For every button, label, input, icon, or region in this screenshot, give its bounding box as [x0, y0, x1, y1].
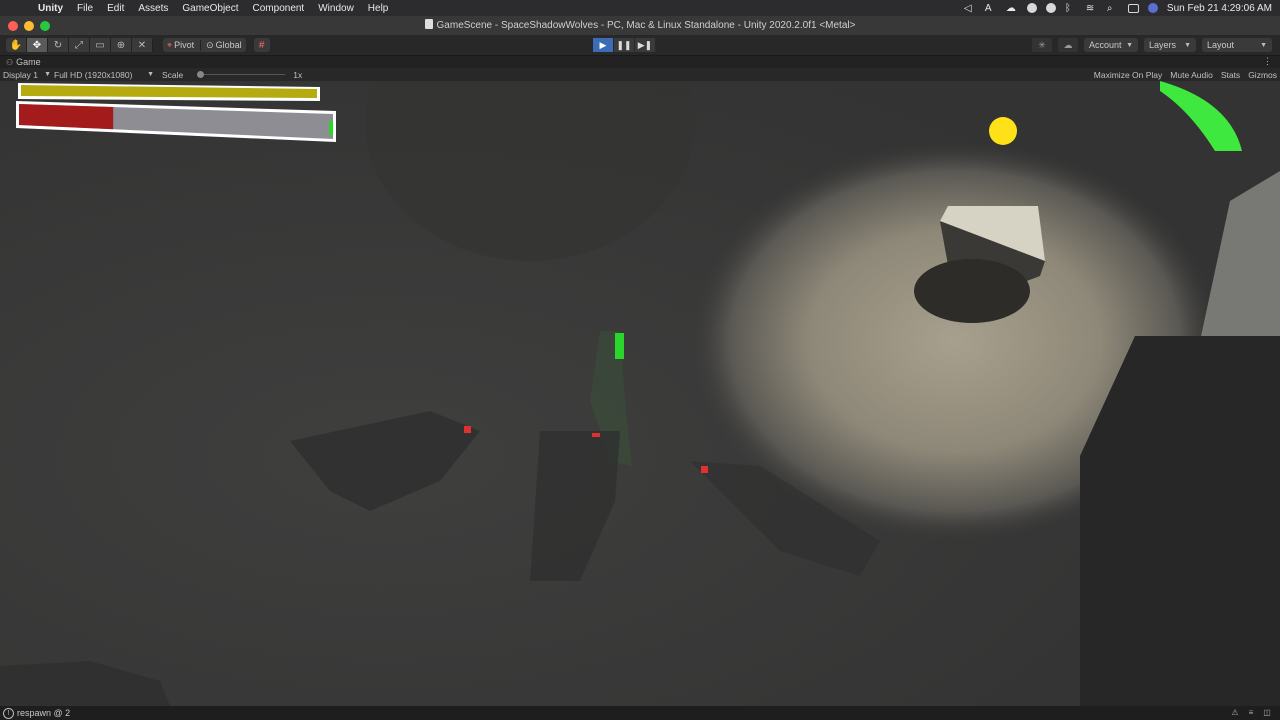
- hud-bars: [16, 83, 336, 142]
- menu-clock[interactable]: Sun Feb 21 4:29:06 AM: [1167, 3, 1272, 14]
- cloud-services-icon[interactable]: ☁: [1058, 38, 1078, 52]
- grid-snapping-icon[interactable]: #: [253, 38, 270, 52]
- progress-icon[interactable]: ⚠: [1230, 708, 1240, 718]
- tab-game[interactable]: ⚇ Game: [6, 57, 41, 67]
- step-icon[interactable]: ▶❚: [635, 38, 655, 52]
- game-view-options: Display 1 ▼ Full HD (1920x1080) ▼ Scale 1x…: [0, 68, 1280, 81]
- menu-gameobject[interactable]: GameObject: [182, 3, 238, 14]
- game-view-toggles: Maximize On Play Mute Audio Stats Gizmos: [1094, 68, 1277, 81]
- scale-tool-icon[interactable]: ⤢: [69, 38, 90, 52]
- panel-menu-icon[interactable]: ⋮: [1263, 56, 1272, 67]
- display-dropdown[interactable]: Display 1 ▼: [3, 70, 51, 80]
- console-message: respawn @ 2: [17, 708, 71, 718]
- window-title-bar: GameScene - SpaceShadowWolves - PC, Mac …: [0, 16, 1280, 35]
- search-icon[interactable]: ⌕: [1107, 3, 1119, 14]
- wifi-icon[interactable]: ≋: [1086, 3, 1098, 14]
- move-tool-icon[interactable]: ✥: [27, 38, 48, 52]
- player-marker: [615, 333, 624, 359]
- game-viewport[interactable]: [0, 81, 1280, 706]
- display-label: Display 1: [3, 69, 38, 80]
- custom-tool-icon[interactable]: ✕: [132, 38, 153, 52]
- menu-component[interactable]: Component: [253, 3, 305, 14]
- resolution-label: Full HD (1920x1080): [54, 69, 133, 80]
- layout-dropdown[interactable]: Layout ▼: [1202, 38, 1272, 52]
- maximize-on-play-toggle[interactable]: Maximize On Play: [1094, 70, 1163, 80]
- health-bar-tip: [329, 121, 333, 135]
- gizmos-dropdown[interactable]: Gizmos: [1248, 70, 1277, 80]
- playmode-controls: ▶ ❚❚ ▶❚: [593, 38, 655, 52]
- menu-assets[interactable]: Assets: [138, 3, 168, 14]
- chevron-down-icon: ▼: [1126, 41, 1133, 49]
- cloud-icon[interactable]: ☁: [1006, 3, 1018, 14]
- info-icon: !: [3, 707, 14, 719]
- rect-tool-icon[interactable]: ▭: [90, 38, 111, 52]
- account-dropdown[interactable]: Account ▼: [1084, 38, 1138, 52]
- bluetooth-icon[interactable]: ᛒ: [1065, 3, 1077, 14]
- chevron-down-icon: ▼: [1260, 41, 1267, 49]
- transform-tools: ✋ ✥ ↻ ⤢ ▭ ⊕ ✕: [6, 38, 153, 52]
- tab-game-label: Game: [16, 57, 41, 67]
- hand-tool-icon[interactable]: ✋: [6, 38, 27, 52]
- window-title-text: GameScene - SpaceShadowWolves - PC, Mac …: [436, 20, 856, 31]
- status-right-icons: ⚠ ≡ ◫: [1230, 708, 1272, 718]
- pivot-icon: ⌖: [167, 39, 173, 50]
- game-scene: [0, 81, 1280, 706]
- global-icon: ⊙: [206, 39, 214, 50]
- chevron-down-icon: ▼: [1184, 41, 1191, 49]
- layers-dropdown[interactable]: Layers ▼: [1144, 38, 1196, 52]
- control-center-icon[interactable]: [1127, 3, 1139, 13]
- scale-slider[interactable]: [197, 68, 286, 81]
- menu-help[interactable]: Help: [368, 3, 389, 14]
- scale-label: Scale: [162, 69, 184, 80]
- cache-icon[interactable]: ◫: [1262, 708, 1272, 718]
- chevron-down-icon: ▼: [44, 71, 51, 78]
- global-label: Global: [215, 39, 242, 50]
- play-icon[interactable]: ▶: [593, 38, 613, 52]
- layout-label: Layout: [1207, 40, 1235, 50]
- window-title: GameScene - SpaceShadowWolves - PC, Mac …: [0, 19, 1280, 31]
- menu-window[interactable]: Window: [318, 3, 354, 14]
- pedestal-base-shadow: [914, 259, 1030, 323]
- transform-tool-icon[interactable]: ⊕: [111, 38, 132, 52]
- game-tab-bar: ⚇ Game ⋮: [0, 56, 1280, 68]
- console-status-bar[interactable]: ! respawn @ 2 ⚠ ≡ ◫: [0, 706, 1280, 720]
- menu-app-name[interactable]: Unity: [38, 3, 63, 14]
- scale-slider-knob[interactable]: [197, 71, 205, 78]
- toolbar-right: ✳ ☁ Account ▼ Layers ▼ Layout ▼: [1032, 38, 1272, 52]
- gamepad-icon: ⚇: [6, 57, 14, 67]
- health-bar-fill: [19, 104, 114, 130]
- wolf-eye-left: [464, 426, 471, 433]
- unity-collab-icon[interactable]: ◁: [964, 3, 976, 14]
- font-icon[interactable]: A: [985, 3, 997, 14]
- layers-status-icon[interactable]: ≡: [1246, 708, 1256, 718]
- wolf-eye-center: [592, 433, 600, 437]
- menu-file[interactable]: File: [77, 3, 93, 14]
- editor-toolbar: ✋ ✥ ↻ ⤢ ▭ ⊕ ✕ ⌖ Pivot ⊙ Global # ▶ ❚❚ ▶❚ …: [0, 35, 1280, 55]
- unity-document-icon: [424, 19, 433, 29]
- collab-icon[interactable]: ✳: [1032, 38, 1052, 52]
- layers-label: Layers: [1149, 40, 1177, 50]
- mute-audio-toggle[interactable]: Mute Audio: [1170, 70, 1213, 80]
- record-icon[interactable]: [1045, 3, 1056, 13]
- chevron-down-icon: ▼: [147, 71, 154, 78]
- scale-slider-track: [197, 74, 286, 75]
- user-avatar-icon[interactable]: [1147, 3, 1158, 13]
- shield-check-icon[interactable]: [1026, 3, 1037, 13]
- pause-icon[interactable]: ❚❚: [614, 38, 634, 52]
- account-label: Account: [1089, 40, 1122, 50]
- pivot-label: Pivot: [174, 40, 195, 50]
- rotate-tool-icon[interactable]: ↻: [48, 38, 69, 52]
- global-toggle[interactable]: ⊙ Global: [200, 39, 242, 51]
- scale-value: 1x: [293, 69, 303, 80]
- dark-crate: [1080, 336, 1280, 706]
- stats-toggle[interactable]: Stats: [1221, 70, 1240, 80]
- menu-edit[interactable]: Edit: [107, 3, 124, 14]
- mac-menu-bar: Unity File Edit Assets GameObject Compon…: [0, 0, 1280, 16]
- yellow-orb: [989, 117, 1017, 145]
- status-menu-area: ◁ A ☁ ᛒ ≋ ⌕ Sun Feb 21 4:29:06 AM: [964, 0, 1272, 16]
- resolution-dropdown[interactable]: Full HD (1920x1080) ▼: [54, 70, 154, 80]
- pivot-toggle[interactable]: ⌖ Pivot ⊙ Global: [163, 38, 246, 52]
- wolf-eye-right: [701, 466, 708, 473]
